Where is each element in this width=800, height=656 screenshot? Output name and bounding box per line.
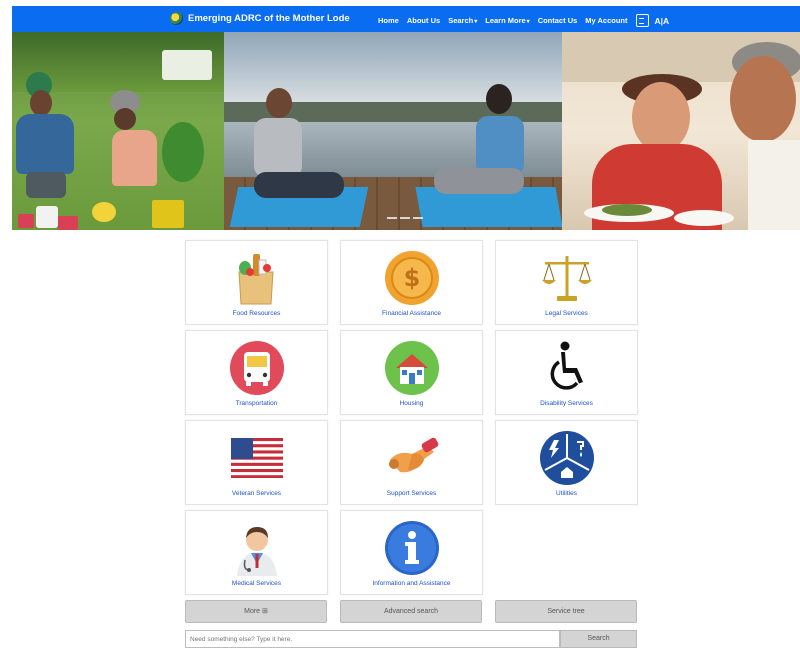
tile-label: Housing	[399, 400, 424, 407]
advanced-search-button[interactable]: Advanced search	[340, 600, 482, 623]
tile-label: Transportation	[235, 400, 278, 407]
tile-label: Information and Assistance	[372, 580, 451, 587]
chevron-down-icon: ▾	[474, 19, 478, 25]
search-button[interactable]: Search	[560, 630, 637, 648]
doctor-icon	[236, 527, 277, 576]
language-translate-icon[interactable]	[635, 14, 649, 27]
tile-housing[interactable]: Housing	[340, 330, 483, 415]
tile-food-resources[interactable]: Food Resources	[185, 240, 328, 325]
dollar-coin-icon: $	[384, 251, 439, 305]
service-tree-button[interactable]: Service tree	[495, 600, 637, 623]
svg-text:$: $	[403, 264, 420, 292]
nav-item-home[interactable]: Home	[378, 16, 399, 25]
tile-medical-services[interactable]: Medical Services	[185, 510, 328, 595]
tile-transportation[interactable]: Transportation	[185, 330, 328, 415]
bus-icon	[229, 341, 284, 395]
us-flag-icon	[230, 438, 283, 478]
more-button[interactable]: More ⊞	[185, 600, 327, 623]
grocery-bag-icon	[237, 254, 274, 305]
nav-item-about-us[interactable]: About Us	[407, 16, 440, 25]
hero-image-yoga	[224, 32, 563, 230]
nav-item-contact-us[interactable]: Contact Us	[538, 16, 578, 25]
nav-item-search[interactable]: Search▾	[448, 16, 477, 25]
tile-label: Legal Services	[545, 310, 588, 317]
tile-label: Support Services	[386, 490, 437, 497]
house-icon	[384, 341, 439, 395]
handshake-icon	[388, 437, 438, 473]
brand-title: Emerging ADRC of the Mother Lode	[188, 13, 350, 24]
brand-link[interactable]: Emerging ADRC of the Mother Lode	[170, 12, 350, 25]
hero-carousel[interactable]	[12, 32, 800, 230]
brand-logo-icon	[170, 12, 183, 25]
tile-disability-services[interactable]: Disability Services	[495, 330, 638, 415]
hero-image-dining	[562, 32, 800, 230]
tile-label: Medical Services	[231, 580, 282, 587]
nav-item-my-account[interactable]: My Account	[585, 16, 627, 25]
carousel-indicator[interactable]	[413, 217, 423, 219]
chevron-down-icon: ▾	[526, 19, 530, 25]
carousel-indicator[interactable]	[400, 217, 410, 219]
tile-label: Veteran Services	[231, 490, 282, 497]
nav-menu: Home About Us Search▾ Learn More▾ Contac…	[378, 14, 669, 27]
top-navbar: Emerging ADRC of the Mother Lode Home Ab…	[12, 6, 800, 32]
tile-utilities[interactable]: Utilities	[495, 420, 638, 505]
scales-of-justice-icon	[541, 256, 592, 301]
tile-legal-services[interactable]: Legal Services	[495, 240, 638, 325]
tile-label: Disability Services	[540, 400, 593, 407]
nav-item-learn-more[interactable]: Learn More▾	[485, 16, 529, 25]
font-size-toggle[interactable]: A|A	[655, 16, 670, 26]
hero-image-gardening	[12, 32, 224, 230]
tile-financial-assistance[interactable]: $ Financial Assistance	[340, 240, 483, 325]
carousel-indicators	[387, 217, 426, 219]
tile-veteran-services[interactable]: Veteran Services	[185, 420, 328, 505]
wheelchair-icon	[550, 341, 583, 390]
tile-support-services[interactable]: Support Services	[340, 420, 483, 505]
search-input[interactable]	[185, 630, 560, 648]
info-icon	[384, 521, 439, 575]
tile-label: Utilities	[556, 490, 577, 497]
tile-information-and-assistance[interactable]: Information and Assistance	[340, 510, 483, 595]
utilities-icon	[539, 431, 594, 485]
tile-label: Financial Assistance	[382, 310, 441, 317]
tile-label: Food Resources	[232, 310, 281, 317]
carousel-indicator[interactable]	[387, 217, 397, 219]
